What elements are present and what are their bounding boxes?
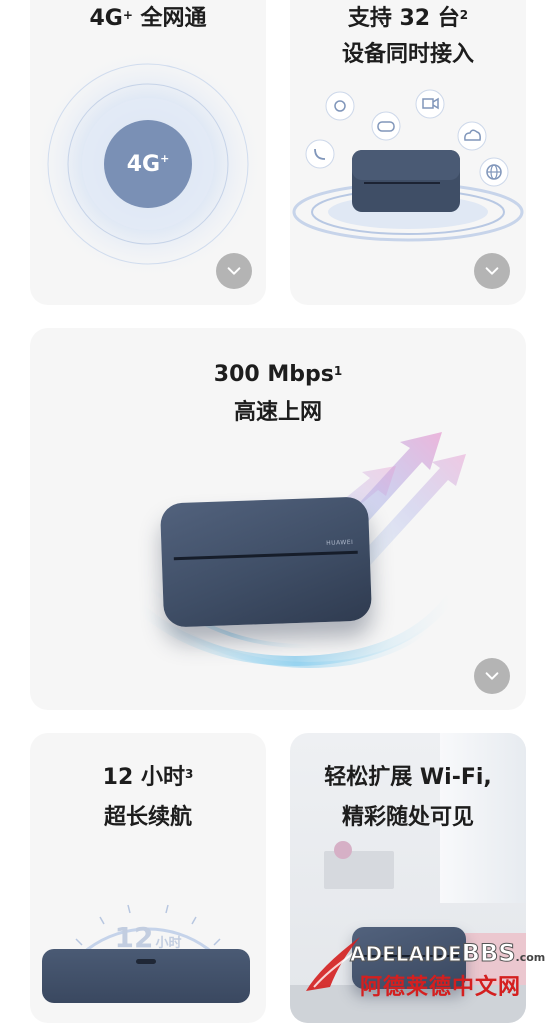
device-brand-label: HUAWEI xyxy=(326,538,354,547)
card-title-line2: 设备同时接入 xyxy=(341,42,474,67)
mifi-device: HUAWEI xyxy=(159,496,373,628)
watermark-cn-text: 阿德莱德中文网 xyxy=(360,975,522,1000)
expand-button[interactable] xyxy=(474,253,510,289)
watermark-brand: ADELAIDEBBS.com xyxy=(350,939,546,968)
card-title-line1: 12 小时3 xyxy=(30,761,266,795)
card-title-line1: 轻松扩展 Wi-Fi, xyxy=(324,765,492,790)
card-title-line2: 精彩随处可见 xyxy=(341,805,474,830)
watermark-brand-suffix: BBS xyxy=(461,939,516,968)
watermark: ADELAIDEBBS.com 阿德莱德中文网 xyxy=(300,925,556,1000)
chevron-down-icon xyxy=(227,267,241,275)
device-light-strip xyxy=(173,550,358,561)
title-superscript: 1 xyxy=(333,364,343,378)
title-text: 12 小时 xyxy=(102,765,185,790)
card-title-line2: 超长续航 xyxy=(103,805,192,830)
title-text: 支持 32 台 xyxy=(347,6,460,31)
4g-badge: 4G + xyxy=(104,120,192,208)
card-300mbps: 300 Mbps1 高速上网 HUAWEI xyxy=(30,328,526,710)
expand-button[interactable] xyxy=(216,253,252,289)
title-superscript: + xyxy=(122,8,133,22)
title-text: 4G xyxy=(89,6,123,31)
kitchen-shelf xyxy=(324,851,394,889)
eye-icon xyxy=(325,91,355,121)
gamepad-icon xyxy=(371,111,401,141)
mifi-device-side xyxy=(42,949,250,1003)
cloud-icon xyxy=(457,121,487,151)
usb-port xyxy=(136,959,156,964)
badge-text: 4G xyxy=(126,151,161,177)
card-title-line2: 高速上网 xyxy=(233,400,322,425)
card-battery-life: 12 小时3 超长续航 12 小时 xyxy=(30,733,266,1023)
globe-icon xyxy=(479,157,509,187)
title-superscript: 3 xyxy=(184,767,194,781)
title-text: 300 Mbps xyxy=(213,362,334,387)
watermark-brand-prefix: ADELAIDE xyxy=(350,942,463,967)
card-4g-network: 4G+ 全网通 4G + xyxy=(30,0,266,305)
title-text-rest: 全网通 xyxy=(132,6,207,31)
card-title: 4G+ 全网通 xyxy=(30,2,266,36)
title-superscript: 2 xyxy=(459,8,469,22)
badge-superscript: + xyxy=(160,151,170,165)
connected-devices-graphic xyxy=(292,89,524,242)
phone-icon xyxy=(305,139,335,169)
expand-button[interactable] xyxy=(474,658,510,694)
chevron-down-icon xyxy=(485,672,499,680)
card-32-devices: 支持 32 台2 设备同时接入 xyxy=(290,0,526,305)
watermark-domain: .com xyxy=(515,951,546,964)
chevron-down-icon xyxy=(485,267,499,275)
flower-vase xyxy=(334,841,352,859)
card-title-line1: 支持 32 台2 xyxy=(290,2,526,36)
card-title-line1: 300 Mbps1 xyxy=(30,358,526,392)
video-camera-icon xyxy=(415,89,445,119)
